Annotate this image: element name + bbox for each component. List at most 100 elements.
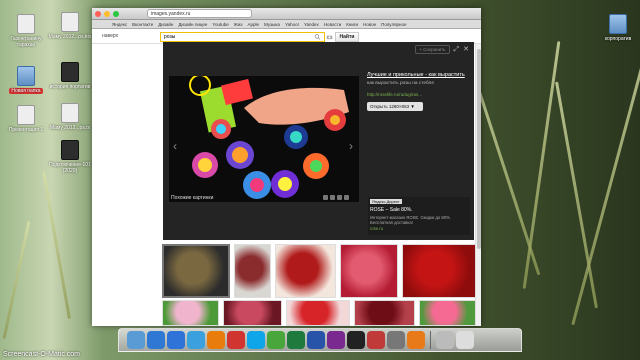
image-info-panel: Лучшие и прикольные - как вырастить как … [367,72,467,111]
image-viewer: + Сохранить ⤢ ✕ ‹ › Похожие картинки Луч… [163,42,474,240]
thumbnail-image[interactable] [286,300,350,326]
thumbnail-image[interactable] [162,244,231,298]
chrome-icon[interactable] [147,331,165,349]
music-file-icon [61,140,79,160]
thumbnails-row [162,300,476,326]
search-icon[interactable] [314,34,321,40]
find-button[interactable]: Найти [335,32,359,42]
dock [118,328,522,352]
dvd-icon[interactable] [387,331,405,349]
ad-title[interactable]: ROSE – Sale 80%. [370,207,470,213]
desktop-icon-document[interactable]: Газонгранину тарахан [4,14,48,48]
thumbnail-image[interactable] [353,300,415,326]
desktop-icon-corporate[interactable]: корпоратив [596,14,640,42]
camera-icon[interactable] [326,34,333,40]
document-icon [17,14,35,34]
safari-icon[interactable] [187,331,205,349]
search-input[interactable]: розы [160,32,325,42]
ad-badge: Яндекс.Директ [370,199,402,204]
share-icons [323,195,349,200]
terminal-icon[interactable] [347,331,365,349]
bookmark-item[interactable]: Новое [363,20,376,28]
previous-image-arrow[interactable]: ‹ [173,139,177,153]
thumbnail-image[interactable] [275,244,336,298]
skype-icon[interactable] [247,331,265,349]
thumbnail-image[interactable] [339,244,399,298]
desktop-icon-history[interactable]: история портатив [48,62,92,90]
open-image-button[interactable]: Открыть 1280×853 ▼ [367,102,423,111]
document-icon [61,103,79,123]
bookmark-item[interactable]: Популярное [381,20,406,28]
share-link-icon[interactable] [344,195,349,200]
close-window-icon[interactable] [95,11,101,17]
bookmark-item[interactable]: Вконтакте [132,20,153,28]
image-title-link[interactable]: Лучшие и прикольные - как вырастить [367,72,467,79]
appstore-icon[interactable] [167,331,185,349]
window-controls [95,11,119,17]
similar-images-link[interactable]: Похожие картинки [171,195,213,201]
desktop-icon-new-folder[interactable]: Новая папка [4,66,48,94]
pages-icon[interactable] [407,331,425,349]
ad-text: Интернет-магазин ROSE. Скидки до 80%. Бе… [370,215,451,225]
bookmark-item[interactable]: Дизайн [158,20,173,28]
downloads-stack-icon[interactable] [436,331,454,349]
thumbnails-row [162,244,476,298]
desktop-icon-presentation[interactable]: Презентация 1 [4,105,48,133]
share-vk-icon[interactable] [323,195,328,200]
yandex-browser-icon[interactable] [227,331,245,349]
image-file-icon [61,12,79,32]
thumbnail-image[interactable] [162,300,220,326]
share-twitter-icon[interactable] [337,195,342,200]
excel-icon[interactable] [287,331,305,349]
url-bar[interactable]: images.yandex.ru [147,9,252,18]
desktop-icon-music[interactable]: Подключение-101 (2020) [48,140,92,174]
scrollbar-thumb[interactable] [477,49,481,249]
browser-titlebar: images.yandex.ru [92,8,481,20]
share-facebook-icon[interactable] [330,195,335,200]
utorrent-icon[interactable] [267,331,285,349]
close-icon[interactable]: ✕ [463,46,469,53]
word-icon[interactable] [307,331,325,349]
desktop-icon-mamu-1[interactable]: Маму 2012...ps.ktx [48,12,92,40]
image-description: как вырастить розы на стебле [367,81,435,86]
thumbnail-image[interactable] [418,300,476,326]
thumbnail-image[interactable] [223,300,283,326]
photo-file-icon [61,62,79,82]
region-label[interactable]: наверх [102,33,118,39]
thumbnail-image[interactable] [234,244,272,298]
folder-icon [609,14,627,34]
main-image[interactable] [169,76,359,202]
ad-block[interactable]: Яндекс.Директ ROSE – Sale 80%. Интернет-… [368,197,470,235]
dock-separator [430,331,431,349]
zoom-window-icon[interactable] [113,11,119,17]
bookmark-item[interactable]: Музыка [264,20,280,28]
thumbnail-image[interactable] [402,244,476,298]
vlc-icon[interactable] [207,331,225,349]
desktop-icon-mamu-2[interactable]: Маму 2012...ps.tx [48,103,92,131]
finder-icon[interactable] [127,331,145,349]
bookmark-item[interactable]: Яндекс [112,20,127,28]
rainbow-roses-image [169,76,359,202]
photo-app-icon[interactable] [367,331,385,349]
next-image-arrow[interactable]: › [349,139,353,153]
viewer-toolbar: + Сохранить ⤢ ✕ [415,45,469,54]
bookmark-item[interactable]: Новости [324,20,341,28]
bookmark-item[interactable]: Дизайн лицее [178,20,207,28]
bookmark-item[interactable]: Yahoo! [285,20,299,28]
presentation-icon [17,105,35,125]
minimize-window-icon[interactable] [104,11,110,17]
bookmark-item[interactable]: Yandex [304,20,319,28]
bookmarks-bar: Яндекс Вконтакте Дизайн Дизайн лицее You… [92,20,481,29]
ad-link[interactable]: rose.ru [370,226,470,231]
save-to-collection-button[interactable]: + Сохранить [415,45,450,54]
bookmark-item[interactable]: Apple [248,20,260,28]
folder-icon [17,66,35,86]
bookmark-item[interactable]: Книги [346,20,358,28]
screencast-watermark: Screencast-O-Matic.com [3,351,81,358]
trash-icon[interactable] [456,331,474,349]
fullscreen-icon[interactable]: ⤢ [454,46,460,53]
bookmark-item[interactable]: Youtube [212,20,228,28]
bookmark-item[interactable]: Жиз [234,20,243,28]
close-app-icon[interactable] [327,331,345,349]
image-source-link[interactable]: http://roselife.ru/radug/ras... [367,92,467,97]
